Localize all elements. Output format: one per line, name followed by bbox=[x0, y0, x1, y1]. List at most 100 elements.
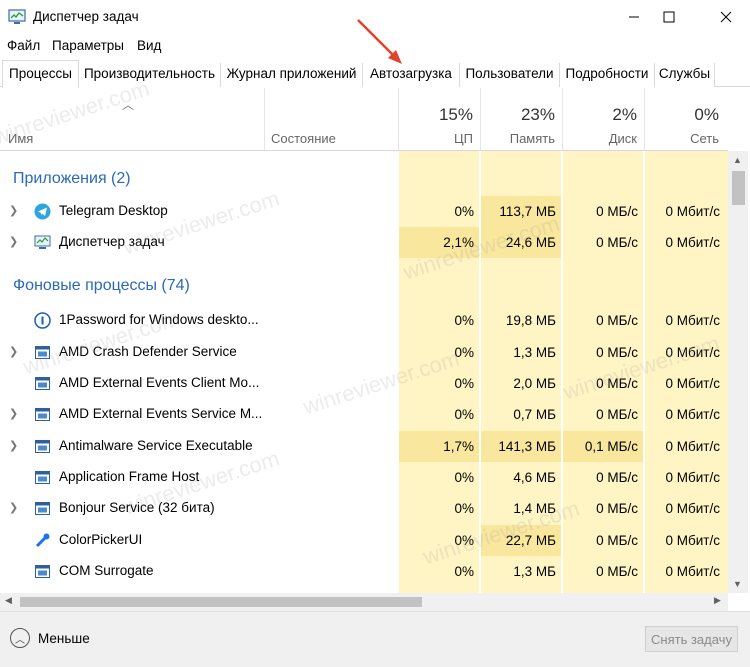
tab-performance[interactable]: Производительность bbox=[79, 63, 221, 87]
vertical-scrollbar[interactable]: ▲ ▼ bbox=[728, 151, 748, 593]
process-row[interactable]: AMD External Events Client Mo... 0% 2,0 МБ… bbox=[0, 368, 728, 399]
task-manager-icon bbox=[34, 234, 51, 251]
process-mem-value: 1,3 МБ bbox=[513, 345, 556, 360]
process-row[interactable]: 1Password for Windows deskto... 0% 19,8 МБ… bbox=[0, 305, 728, 336]
process-disk-value: 0 МБ/с bbox=[596, 376, 638, 391]
process-row[interactable]: ColorPickerUI 0% 22,7 МБ 0 МБ/с 0 Мбит/с bbox=[0, 525, 728, 556]
network-total[interactable]: 0% bbox=[645, 105, 719, 125]
process-mem-value: 1,4 МБ bbox=[513, 501, 556, 516]
memory-total[interactable]: 23% bbox=[481, 105, 555, 125]
process-cpu-value: 0% bbox=[454, 501, 474, 516]
service-icon bbox=[34, 438, 51, 455]
process-name: 1Password for Windows deskto... bbox=[59, 312, 259, 327]
expand-chevron-icon[interactable]: ❯ bbox=[9, 407, 18, 420]
process-table: ︿ Имя Состояние 15% ЦП 23% Память 2% Дис… bbox=[0, 88, 728, 593]
process-disk-value: 0 МБ/с bbox=[596, 407, 638, 422]
process-name: Antimalware Service Executable bbox=[59, 438, 253, 453]
process-net-value: 0 Мбит/с bbox=[665, 533, 720, 548]
process-disk-value: 0,1 МБ/с bbox=[584, 439, 638, 454]
close-icon bbox=[720, 11, 732, 23]
process-disk-value: 0 МБ/с bbox=[596, 501, 638, 516]
expand-chevron-icon[interactable]: ❯ bbox=[9, 439, 18, 452]
column-header-memory[interactable]: Память bbox=[481, 131, 555, 146]
process-net-value: 0 Мбит/с bbox=[665, 564, 720, 579]
process-mem-value: 113,7 МБ bbox=[499, 204, 556, 219]
process-net-value: 0 Мбит/с bbox=[665, 313, 720, 328]
expand-chevron-icon[interactable]: ❯ bbox=[9, 501, 18, 514]
process-mem-value: 0,7 МБ bbox=[513, 407, 556, 422]
service-icon bbox=[34, 469, 51, 486]
close-button[interactable] bbox=[703, 0, 749, 34]
menu-file[interactable]: Файл bbox=[7, 38, 40, 53]
column-header-network[interactable]: Сеть bbox=[645, 131, 719, 146]
tab-app-history[interactable]: Журнал приложений bbox=[221, 63, 363, 87]
process-row[interactable]: ❯ Telegram Desktop 0% 113,7 МБ 0 МБ/с 0 Мбит/… bbox=[0, 196, 728, 227]
process-mem-value: 2,0 МБ bbox=[513, 376, 556, 391]
scroll-right-icon[interactable]: ▶ bbox=[714, 595, 721, 606]
process-name: Диспетчер задач bbox=[59, 234, 165, 249]
annotation-arrow-icon bbox=[357, 19, 402, 64]
process-row[interactable]: COM Surrogate 0% 1,3 МБ 0 МБ/с 0 Мбит/с bbox=[0, 556, 728, 587]
process-row[interactable]: ❯ Диспетчер задач 2,1% 24,6 МБ 0 МБ/с 0 Мбит/… bbox=[0, 227, 728, 258]
group-header-apps[interactable]: Приложения (2) bbox=[13, 170, 131, 188]
process-net-value: 0 Мбит/с bbox=[665, 345, 720, 360]
process-row[interactable]: Application Frame Host 0% 4,6 МБ 0 МБ/с 0 Мб… bbox=[0, 462, 728, 493]
process-net-value: 0 Мбит/с bbox=[665, 501, 720, 516]
horizontal-scrollbar[interactable]: ◀ ▶ bbox=[0, 593, 728, 611]
horizontal-scroll-thumb[interactable] bbox=[20, 597, 422, 607]
menu-options[interactable]: Параметры bbox=[52, 38, 124, 53]
disk-total[interactable]: 2% bbox=[563, 105, 637, 125]
process-name: AMD External Events Service M... bbox=[59, 406, 263, 421]
process-name: AMD External Events Client Mo... bbox=[59, 375, 260, 390]
tab-services[interactable]: Службы bbox=[655, 63, 715, 87]
process-row[interactable]: ❯ Antimalware Service Executable 1,7% 141,3… bbox=[0, 431, 728, 462]
process-row[interactable]: ❯ AMD External Events Service M... 0% 0,7 М… bbox=[0, 399, 728, 430]
tab-processes[interactable]: Процессы bbox=[2, 60, 79, 88]
process-mem-value: 4,6 МБ bbox=[513, 470, 556, 485]
vertical-scroll-thumb[interactable] bbox=[732, 171, 745, 205]
process-cpu-value: 0% bbox=[454, 470, 474, 485]
group-header-background[interactable]: Фоновые процессы (74) bbox=[13, 277, 190, 295]
process-row[interactable]: ❯ AMD Crash Defender Service 0% 1,3 МБ 0 МБ/… bbox=[0, 337, 728, 368]
cpu-total[interactable]: 15% bbox=[399, 105, 473, 125]
column-header-name[interactable]: Имя bbox=[8, 131, 33, 146]
scroll-down-icon[interactable]: ▼ bbox=[733, 579, 742, 589]
process-name: Telegram Desktop bbox=[59, 203, 168, 218]
process-cpu-value: 1,7% bbox=[443, 439, 474, 454]
fewer-details-button[interactable]: ︿ Меньше bbox=[10, 628, 90, 648]
colorpicker-icon bbox=[34, 532, 51, 549]
minimize-icon bbox=[629, 16, 639, 18]
fewer-details-label: Меньше bbox=[38, 630, 90, 646]
column-header-status[interactable]: Состояние bbox=[271, 131, 336, 146]
expand-chevron-icon[interactable]: ❯ bbox=[9, 204, 18, 217]
expand-chevron-icon[interactable]: ❯ bbox=[9, 235, 18, 248]
process-cpu-value: 0% bbox=[454, 345, 474, 360]
sort-ascending-icon: ︿ bbox=[122, 98, 135, 112]
maximize-button[interactable] bbox=[646, 0, 692, 34]
process-net-value: 0 Мбит/с bbox=[665, 407, 720, 422]
tab-details[interactable]: Подробности bbox=[560, 63, 655, 87]
service-icon bbox=[34, 500, 51, 517]
process-cpu-value: 0% bbox=[454, 533, 474, 548]
service-icon bbox=[34, 375, 51, 392]
process-net-value: 0 Мбит/с bbox=[665, 439, 720, 454]
scroll-left-icon[interactable]: ◀ bbox=[5, 595, 12, 606]
column-header-disk[interactable]: Диск bbox=[563, 131, 637, 146]
onepassword-icon bbox=[34, 312, 51, 329]
process-row[interactable]: ❯ Bonjour Service (32 бита) 0% 1,4 МБ 0 МБ/с… bbox=[0, 493, 728, 524]
column-header-cpu[interactable]: ЦП bbox=[399, 131, 473, 146]
expand-chevron-icon[interactable]: ❯ bbox=[9, 345, 18, 358]
process-net-value: 0 Мбит/с bbox=[665, 470, 720, 485]
end-task-button[interactable]: Снять задачу bbox=[645, 626, 738, 652]
process-cpu-value: 0% bbox=[454, 204, 474, 219]
process-cpu-value: 0% bbox=[454, 564, 474, 579]
process-mem-value: 22,7 МБ bbox=[505, 533, 556, 548]
scroll-up-icon[interactable]: ▲ bbox=[733, 155, 742, 165]
process-mem-value: 1,3 МБ bbox=[513, 564, 556, 579]
process-name: ColorPickerUI bbox=[59, 532, 143, 547]
chevron-up-icon: ︿ bbox=[10, 628, 30, 648]
service-icon bbox=[34, 344, 51, 361]
process-disk-value: 0 МБ/с bbox=[596, 204, 638, 219]
tab-users[interactable]: Пользователи bbox=[460, 63, 560, 87]
menu-view[interactable]: Вид bbox=[137, 38, 161, 53]
